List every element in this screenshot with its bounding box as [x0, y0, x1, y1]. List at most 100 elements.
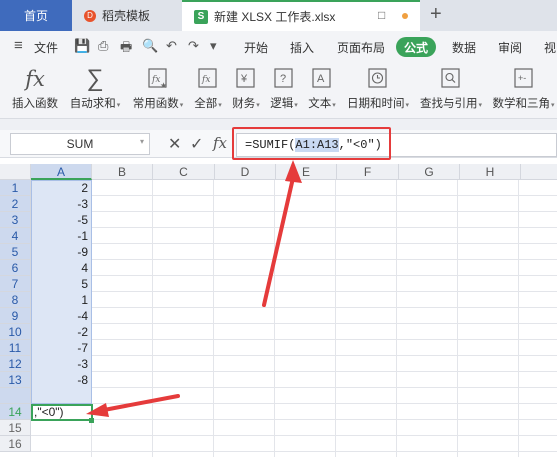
cell-a10[interactable]: -2	[31, 324, 90, 340]
fill-handle[interactable]	[89, 418, 94, 423]
cell-a1[interactable]: 2	[31, 180, 90, 196]
row-header[interactable]: 9	[0, 308, 31, 324]
spreadsheet-logo-icon: S	[194, 9, 208, 24]
chevron-down-icon: ▾	[332, 102, 336, 109]
cell-a9[interactable]: -4	[31, 308, 90, 324]
save-icon[interactable]: 💾	[74, 38, 90, 54]
menu-start[interactable]: 开始	[244, 39, 268, 56]
row-header[interactable]: 1	[0, 180, 31, 196]
menu-file[interactable]: 文件	[34, 39, 58, 56]
financial-button[interactable]: ¥ 财务▾	[228, 61, 264, 119]
financial-label: 财务	[232, 98, 256, 110]
date-time-label: 日期和时间	[346, 98, 405, 110]
menu-insert[interactable]: 插入	[290, 39, 314, 56]
quick-access-dropdown-icon[interactable]: ▾	[210, 38, 217, 54]
cell-a2[interactable]: -3	[31, 196, 90, 212]
date-time-button[interactable]: 日期和时间▾	[344, 61, 412, 119]
menu-view[interactable]: 视	[544, 39, 556, 56]
row-header[interactable]: 11	[0, 340, 31, 356]
text-functions-button[interactable]: A 文本▾	[304, 61, 340, 119]
column-header-h[interactable]: H	[460, 164, 521, 180]
question-icon: ?	[266, 67, 302, 91]
docer-logo-icon: D	[84, 9, 96, 22]
svg-text:A: A	[317, 73, 325, 85]
yen-icon: ¥	[228, 67, 264, 91]
hamburger-menu-icon[interactable]: ≡	[14, 37, 23, 54]
menu-formulas-active[interactable]: 公式	[396, 37, 436, 57]
active-cell-a14[interactable]: ,"<0")	[31, 404, 93, 421]
row-header[interactable]: 5	[0, 244, 31, 260]
svg-text:fx: fx	[151, 75, 160, 85]
cell-a7[interactable]: 5	[31, 276, 90, 292]
cell-a13[interactable]: -8	[31, 372, 90, 388]
star-function-icon: fx ★	[128, 67, 188, 91]
column-header-c[interactable]: C	[153, 164, 215, 180]
cell-a3[interactable]: -5	[31, 212, 90, 228]
tab-docer-templates[interactable]: D 稻壳模板	[72, 0, 182, 31]
math-trig-button[interactable]: +- 数学和三角▾	[490, 61, 557, 119]
chevron-down-icon: ▾	[405, 102, 409, 109]
column-header-e[interactable]: E	[276, 164, 337, 180]
tab-home[interactable]: 首页	[0, 0, 72, 31]
menu-review[interactable]: 审阅	[498, 39, 522, 56]
all-functions-label: 全部	[194, 98, 218, 110]
cell-a8[interactable]: 1	[31, 292, 90, 308]
common-functions-button[interactable]: fx ★ 常用函数▾	[128, 61, 188, 119]
row-header[interactable]: 16	[0, 436, 31, 452]
tab-bar: 首页 D 稻壳模板 S 新建 XLSX 工作表.xlsx □ +	[0, 0, 557, 31]
tab-file-label: 新建 XLSX 工作表.xlsx	[214, 10, 336, 24]
cancel-icon[interactable]: ✕	[168, 134, 181, 154]
lookup-reference-button[interactable]: 查找与引用▾	[416, 61, 486, 119]
row-header[interactable]: 12	[0, 356, 31, 372]
row-header[interactable]: 7	[0, 276, 31, 292]
row-header[interactable]: 3	[0, 212, 31, 228]
cell-a5[interactable]: -9	[31, 244, 90, 260]
name-box[interactable]: SUM ▾	[10, 133, 150, 155]
cell-a12[interactable]: -3	[31, 356, 90, 372]
sigma-icon: ∑	[86, 65, 104, 92]
chevron-down-icon[interactable]: ▾	[140, 137, 144, 146]
column-header-a[interactable]: A	[31, 164, 92, 180]
insert-function-button[interactable]: fx 插入函数	[8, 61, 62, 119]
column-header-f[interactable]: F	[337, 164, 399, 180]
column-header-g[interactable]: G	[399, 164, 460, 180]
logical-label: 逻辑	[270, 98, 294, 110]
undo-icon[interactable]: ↶	[166, 38, 177, 54]
redo-icon[interactable]: ↷	[188, 38, 199, 54]
svg-text:★: ★	[160, 81, 167, 89]
row-header[interactable]	[0, 388, 31, 404]
row-header[interactable]: 6	[0, 260, 31, 276]
cell-a11[interactable]: -7	[31, 340, 90, 356]
cell-a4[interactable]: -1	[31, 228, 90, 244]
column-header-b[interactable]: B	[92, 164, 153, 180]
row-header[interactable]: 10	[0, 324, 31, 340]
chevron-down-icon: ▾	[218, 102, 222, 109]
cell-grid[interactable]	[31, 180, 557, 457]
row-header[interactable]: 15	[0, 420, 31, 436]
column-header-d[interactable]: D	[215, 164, 276, 180]
all-functions-button[interactable]: fx 全部▾	[190, 61, 226, 119]
window-icon[interactable]: □	[378, 8, 385, 22]
svg-text:?: ?	[280, 73, 286, 85]
cell-a6[interactable]: 4	[31, 260, 90, 276]
logical-button[interactable]: ? 逻辑▾	[266, 61, 302, 119]
row-header[interactable]: 13	[0, 372, 31, 388]
export-icon[interactable]: ⎙	[98, 38, 108, 54]
autosum-button[interactable]: ∑ 自动求和▾	[66, 61, 124, 119]
row-header[interactable]: 8	[0, 292, 31, 308]
menu-data[interactable]: 数据	[452, 39, 476, 56]
chevron-down-icon: ▾	[478, 102, 482, 109]
row-header[interactable]: 2	[0, 196, 31, 212]
name-box-value: SUM	[66, 137, 94, 151]
lookup-icon	[416, 67, 486, 91]
print-preview-icon[interactable]: 🔍	[142, 38, 158, 54]
print-icon[interactable]: 🖶	[120, 38, 132, 60]
row-header[interactable]: 4	[0, 228, 31, 244]
confirm-icon[interactable]: ✓	[190, 134, 203, 154]
new-tab-button[interactable]: +	[430, 3, 442, 26]
select-all-corner[interactable]	[0, 164, 31, 180]
insert-function-fx-icon[interactable]: fx	[213, 134, 227, 152]
fx-box-icon: fx	[190, 67, 226, 91]
menu-page-layout[interactable]: 页面布局	[337, 39, 385, 56]
row-header-active[interactable]: 14	[0, 404, 31, 420]
